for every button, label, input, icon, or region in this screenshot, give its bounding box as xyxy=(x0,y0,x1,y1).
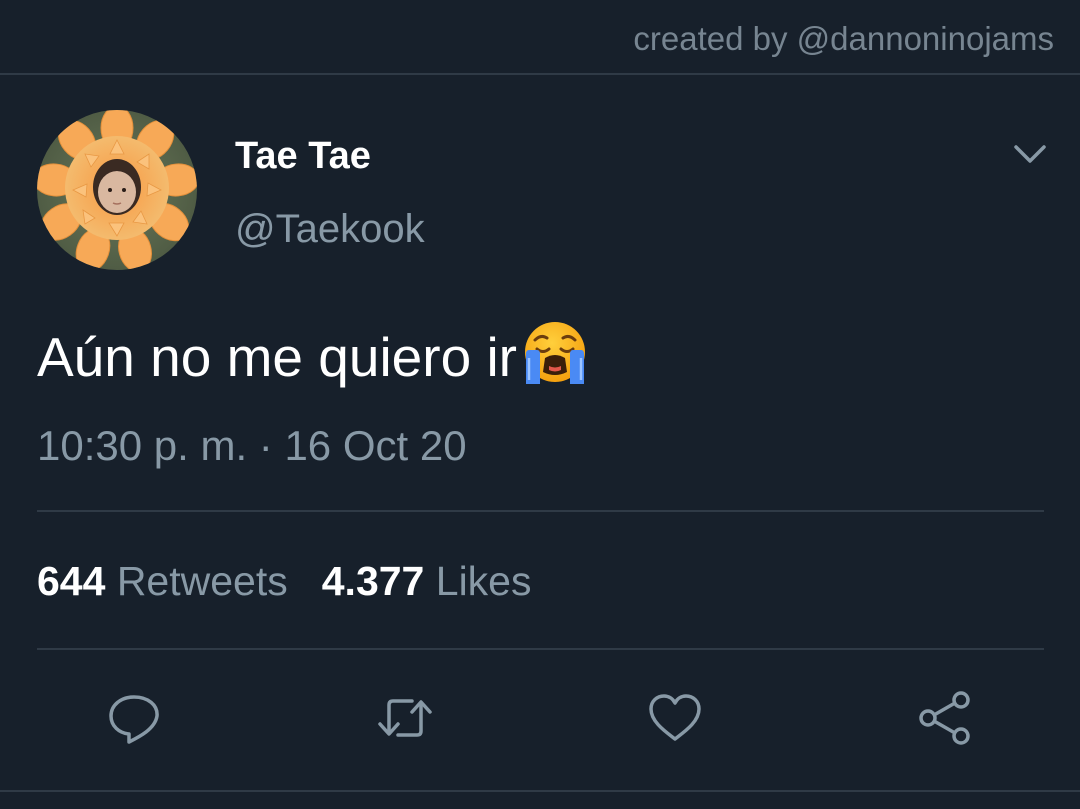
bottom-divider xyxy=(0,790,1080,792)
share-button[interactable] xyxy=(915,688,975,748)
top-divider xyxy=(0,73,1080,75)
heart-icon xyxy=(649,694,701,741)
avatar-image xyxy=(37,110,197,270)
loudly-crying-face-icon xyxy=(525,322,585,384)
tweet-menu-button[interactable] xyxy=(1010,138,1050,170)
reply-button[interactable] xyxy=(104,688,164,748)
like-button[interactable] xyxy=(645,688,705,748)
tweet-stats: 644 Retweets 4.377 Likes xyxy=(37,556,531,606)
retweets-label: Retweets xyxy=(116,558,288,604)
stats-top-divider xyxy=(37,510,1044,512)
retweets-stat[interactable]: 644 Retweets xyxy=(37,558,288,604)
likes-label: Likes xyxy=(435,558,532,604)
likes-stat[interactable]: 4.377 Likes xyxy=(322,558,532,604)
tweet-timestamp[interactable]: 10:30 p. m. · 16 Oct 20 xyxy=(37,422,467,470)
reply-icon xyxy=(109,695,159,744)
tweet-body: Aún no me quiero ir xyxy=(37,318,591,392)
likes-count: 4.377 xyxy=(321,558,425,604)
tweet-text: Aún no me quiero ir xyxy=(37,326,517,388)
user-handle[interactable]: @Taekook xyxy=(235,206,425,252)
avatar[interactable] xyxy=(37,110,197,270)
retweet-button[interactable] xyxy=(375,688,435,748)
stats-bottom-divider xyxy=(37,648,1044,650)
chevron-down-icon xyxy=(1014,145,1046,163)
display-name[interactable]: Tae Tae xyxy=(235,134,371,178)
share-icon xyxy=(919,691,970,745)
credit-text: created by @dannoninojams xyxy=(633,20,1054,57)
retweets-count: 644 xyxy=(37,558,106,604)
retweet-icon xyxy=(378,699,432,737)
